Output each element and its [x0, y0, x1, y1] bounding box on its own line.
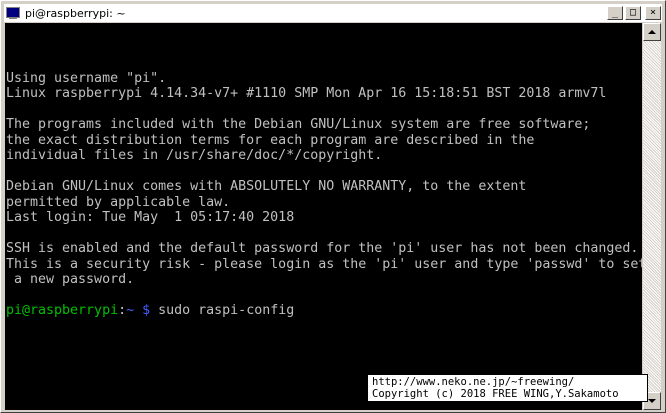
minimize-button[interactable]: _ — [607, 6, 623, 20]
terminal-line: Linux raspberrypi 4.14.34-v7+ #1110 SMP … — [6, 86, 607, 101]
close-button[interactable]: × — [645, 6, 661, 20]
terminal-line: the exact distribution terms for each pr… — [6, 132, 535, 148]
scroll-up-button[interactable] — [643, 23, 661, 41]
prompt-path: ~ $ — [126, 303, 151, 318]
terminal-line: individual files in /usr/share/doc/*/cop… — [6, 148, 383, 163]
terminal-line: Debian GNU/Linux comes with ABSOLUTELY N… — [6, 179, 527, 194]
terminal-window: pi@raspberrypi: ~ _ □ × Using username "… — [0, 0, 666, 413]
vertical-scrollbar[interactable] — [643, 23, 661, 410]
terminal-line: This is a security risk - please login a… — [6, 256, 642, 272]
terminal-app-icon[interactable] — [5, 6, 21, 20]
prompt-line: pi@raspberrypi:~ $ sudo raspi-config — [6, 303, 642, 319]
maximize-button[interactable]: □ — [625, 6, 641, 20]
watermark-copyright: Copyright (c) 2018 FREE WING,Y.Sakamoto — [372, 388, 619, 400]
terminal-line: Using username "pi". — [6, 70, 167, 86]
terminal-line: permitted by applicable law. — [6, 194, 231, 210]
terminal-line: Last login: Tue May 1 05:17:40 2018 — [6, 210, 295, 225]
copyright-watermark: http://www.neko.ne.jp/~freewing/ Copyrig… — [367, 374, 648, 402]
terminal-line: a new password. — [6, 272, 135, 287]
terminal-line: SSH is enabled and the default password … — [6, 241, 639, 256]
prompt-command: sudo raspi-config — [150, 303, 295, 318]
title-bar[interactable]: pi@raspberrypi: ~ — [4, 4, 662, 22]
terminal-output[interactable]: Using username "pi". Linux raspberrypi 4.… — [5, 23, 642, 410]
scroll-track[interactable] — [643, 41, 661, 392]
window-controls: _ □ × — [607, 6, 661, 20]
prompt-user-host: pi@raspberrypi — [6, 303, 119, 318]
terminal-line: The programs included with the Debian GN… — [6, 117, 591, 132]
watermark-url: http://www.neko.ne.jp/~freewing/ — [372, 376, 575, 388]
terminal-text: Using username "pi". Linux raspberrypi 4.… — [6, 24, 642, 319]
prompt-separator: : — [118, 303, 127, 318]
window-title: pi@raspberrypi: ~ — [25, 6, 126, 20]
